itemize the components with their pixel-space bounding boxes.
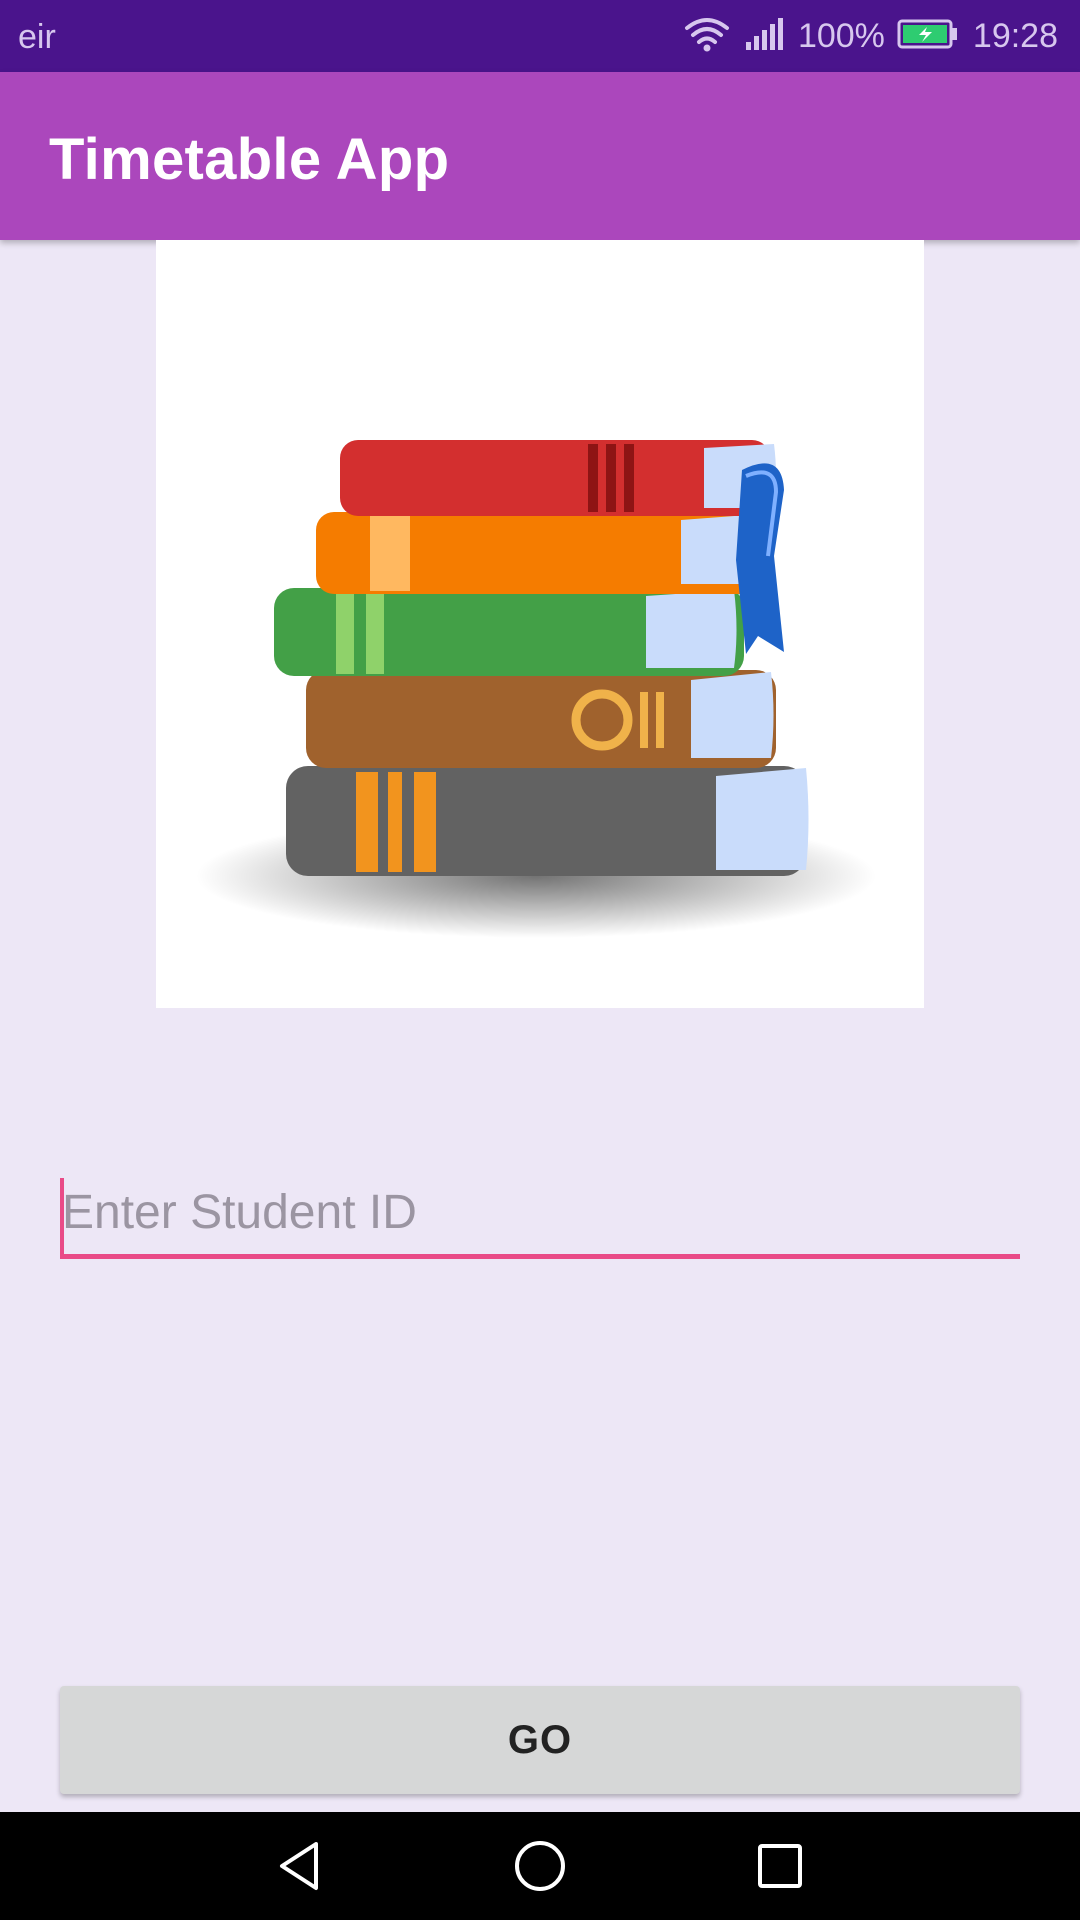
input-underline (60, 1254, 1020, 1259)
go-button[interactable]: GO (60, 1686, 1020, 1794)
recents-icon[interactable] (750, 1836, 810, 1896)
app-title: Timetable App (49, 127, 450, 192)
carrier-name: eir (18, 18, 56, 56)
books-stack-icon (196, 440, 876, 938)
status-indicators: 100% 19:28 (684, 14, 1058, 58)
navigation-bar (0, 1812, 1080, 1920)
student-id-input[interactable] (60, 1170, 1020, 1254)
battery-percent: 100% (797, 16, 885, 55)
signal-icon (744, 16, 784, 57)
hero-image (156, 240, 924, 1008)
clock: 19:28 (972, 16, 1058, 55)
app-bar: Timetable App (0, 72, 1080, 240)
back-icon[interactable] (270, 1836, 330, 1896)
text-cursor (60, 1178, 64, 1254)
home-icon[interactable] (510, 1836, 570, 1896)
wifi-icon (684, 14, 730, 59)
student-id-field[interactable] (60, 1170, 1020, 1260)
battery-charging-icon (897, 19, 959, 54)
status-bar: eir 100% 19:28 (0, 0, 1080, 72)
